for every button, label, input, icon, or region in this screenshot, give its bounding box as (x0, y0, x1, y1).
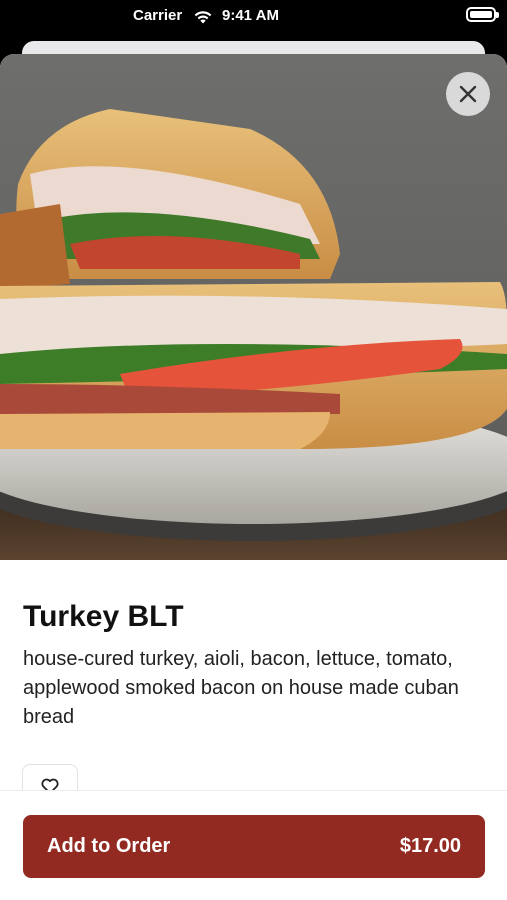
carrier-label: Carrier (133, 7, 183, 24)
order-footer: Add to Order $17.00 (0, 790, 507, 900)
add-to-order-label: Add to Order (47, 835, 171, 857)
item-photo (0, 54, 507, 560)
screen: Carrier 9:41 AM Turkey BLT house-cured t… (0, 0, 507, 900)
close-icon (459, 85, 477, 103)
item-description: house-cured turkey, aioli, bacon, lettuc… (23, 648, 459, 728)
add-to-order-button[interactable]: Add to Order $17.00 (23, 815, 485, 878)
wifi-icon (192, 7, 214, 25)
close-button[interactable] (446, 72, 490, 116)
item-detail-sheet: Turkey BLT house-cured turkey, aioli, ba… (0, 54, 507, 900)
battery-icon (466, 7, 499, 22)
clock-label: 9:41 AM (222, 7, 279, 24)
item-title: Turkey BLT (23, 600, 184, 633)
status-bar: Carrier 9:41 AM (0, 0, 507, 34)
item-price: $17.00 (399, 835, 461, 857)
